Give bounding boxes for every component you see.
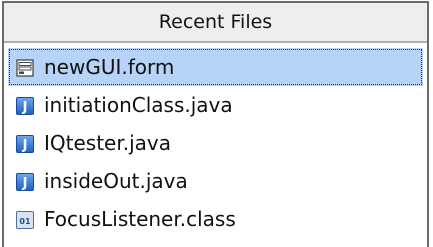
recent-files-panel: Recent Files newGUI.form J initiationCla… [2,1,429,247]
panel-title: Recent Files [4,3,427,43]
file-name: IQtester.java [44,131,172,155]
java-file-icon: J [16,134,34,153]
form-icon [16,58,34,77]
svg-text:J: J [22,100,28,115]
file-name: FocusListener.class [44,207,236,231]
list-item[interactable]: J insideOut.java [8,162,423,200]
recent-files-list: newGUI.form J initiationClass.java J IQt… [4,43,427,238]
class-file-icon: 01 [16,210,34,229]
svg-text:J: J [22,176,28,191]
svg-text:01: 01 [19,217,31,226]
list-item[interactable]: J IQtester.java [8,124,423,162]
file-name: newGUI.form [44,55,175,79]
list-item[interactable]: J initiationClass.java [8,86,423,124]
file-name: insideOut.java [44,169,188,193]
java-file-icon: J [16,172,34,191]
svg-text:J: J [22,138,28,153]
file-name: initiationClass.java [44,93,233,117]
list-item[interactable]: 01 FocusListener.class [8,200,423,238]
java-file-icon: J [16,96,34,115]
list-item[interactable]: newGUI.form [8,48,423,86]
